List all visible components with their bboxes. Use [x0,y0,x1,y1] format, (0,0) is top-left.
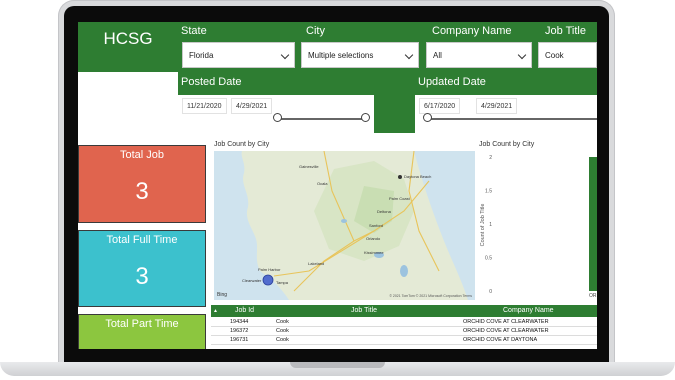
state-value: Florida [189,50,214,60]
y-tick-label: 1 [489,222,492,228]
cell-company: ORCHID COVE AT CLEARWATER [463,319,549,325]
updated-date-header: Updated Date [415,72,597,95]
posted-date-slider-track[interactable] [277,118,365,120]
card-title: Total Part Time [105,318,179,330]
cell-job-title: Cook [276,328,289,334]
map-bubble-clearwater[interactable] [262,274,274,286]
y-tick-label: 2 [489,155,492,161]
company-label: Company Name [432,25,512,37]
job-count-map[interactable]: Daytona Beach Ocala Deltona Sanford Orla… [214,151,475,300]
cell-job-title: Cook [276,337,289,343]
city-label: Palm Harbor [258,267,281,272]
job-title-input[interactable]: Cook [538,42,597,68]
bar-chart-svg: Count of Job Title 0 0.5 1 1.5 2 OR [480,155,597,299]
posted-date-label: Posted Date [181,76,242,88]
laptop-notch [290,362,385,368]
y-tick-label: 0.5 [485,256,492,262]
job-title-label: Job Title [545,25,586,37]
city-label: Deltona [377,209,391,214]
col-job-id[interactable]: Job Id [235,307,254,314]
card-value: 3 [135,178,149,205]
dashboard-screen: HCSG State Florida City Multiple selecti… [78,22,597,349]
card-value: 3 [135,263,149,290]
spacer-panel [374,72,415,133]
updated-date-to[interactable]: 4/29/2021 [476,98,518,114]
y-tick-label: 0 [489,289,492,295]
state-label: State [181,25,207,37]
city-label: Gainesville [299,164,319,169]
updated-date-slicer: 6/17/2020 4/29/2021 [415,95,597,133]
updated-date-label: Updated Date [418,76,486,88]
filter-bar: State Florida City Multiple selections C… [178,22,597,72]
posted-date-start-handle[interactable] [273,113,282,122]
city-dropdown[interactable]: Multiple selections [301,42,419,68]
sort-up-icon[interactable]: ▲ [213,308,218,314]
map-copyright[interactable]: © 2021 TomTom © 2021 Microsoft Corporati… [389,294,472,298]
table-row[interactable]: 196372 Cook ORCHID COVE AT CLEARWATER [211,327,597,336]
chevron-down-icon [517,50,527,60]
card-total-part-time: Total Part Time [78,314,206,349]
job-title-value: Cook [545,50,564,60]
cell-job-id: 194344 [230,319,249,325]
cell-company: ORCHID COVE AT CLEARWATER [463,328,549,334]
updated-date-slider-track[interactable] [427,118,597,120]
map-title: Job Count by City [214,141,270,148]
city-label: Daytona Beach [404,174,432,179]
table-header: ▲ Job Id Job Title Company Name [211,305,597,317]
city-label: Kissimmee [364,250,384,255]
posted-date-to[interactable]: 4/29/2021 [231,98,273,114]
city-label: Ocala [317,181,328,186]
city-label: Lakeland [308,261,325,266]
map-pin-daytona[interactable] [398,175,402,179]
bar-chart-title: Job Count by City [479,141,535,148]
city-label: Tampa [276,280,289,285]
posted-date-end-handle[interactable] [361,113,370,122]
updated-date-from[interactable]: 6/17/2020 [419,98,461,114]
chevron-down-icon [280,50,290,60]
city-label: Orlando [366,236,381,241]
bar-orlando[interactable] [589,157,597,291]
posted-date-from[interactable]: 11/21/2020 [182,98,227,114]
logo: HCSG [78,22,178,72]
city-label: Palm Coast [389,196,410,201]
y-axis-label: Count of Job Title [480,204,486,247]
company-dropdown[interactable]: All [426,42,532,68]
job-table: ▲ Job Id Job Title Company Name 194344 C… [211,305,597,349]
chevron-down-icon [404,50,414,60]
card-total-full-time: Total Full Time 3 [78,230,206,307]
table-row[interactable]: 196731 Cook ORCHID COVE AT DAYTONA [211,336,597,345]
card-title: Total Job [119,149,165,161]
y-tick-label: 1.5 [485,189,492,195]
table-row[interactable]: 194344 Cook ORCHID COVE AT CLEARWATER [211,318,597,327]
job-count-bar-chart: Count of Job Title 0 0.5 1 1.5 2 OR [479,151,597,300]
posted-date-slicer: 11/21/2020 4/29/2021 [178,95,374,133]
city-value: Multiple selections [308,50,374,60]
company-value: All [433,50,442,60]
updated-date-start-handle[interactable] [423,113,432,122]
cell-company: ORCHID COVE AT DAYTONA [463,337,538,343]
cell-job-id: 196731 [230,337,249,343]
city-label: Clearwater [242,278,262,283]
cell-job-id: 196372 [230,328,249,334]
state-dropdown[interactable]: Florida [182,42,295,68]
posted-date-header: Posted Date [178,72,374,95]
bing-logo: Bing [217,292,228,298]
col-job-title[interactable]: Job Title [351,307,377,314]
city-label: Sanford [369,223,384,228]
cell-job-title: Cook [276,319,289,325]
col-company-name[interactable]: Company Name [503,307,554,314]
x-tick-label: OR [589,293,597,299]
city-label: City [306,25,325,37]
card-total-job: Total Job 3 [78,145,206,223]
card-title: Total Full Time [106,234,178,246]
